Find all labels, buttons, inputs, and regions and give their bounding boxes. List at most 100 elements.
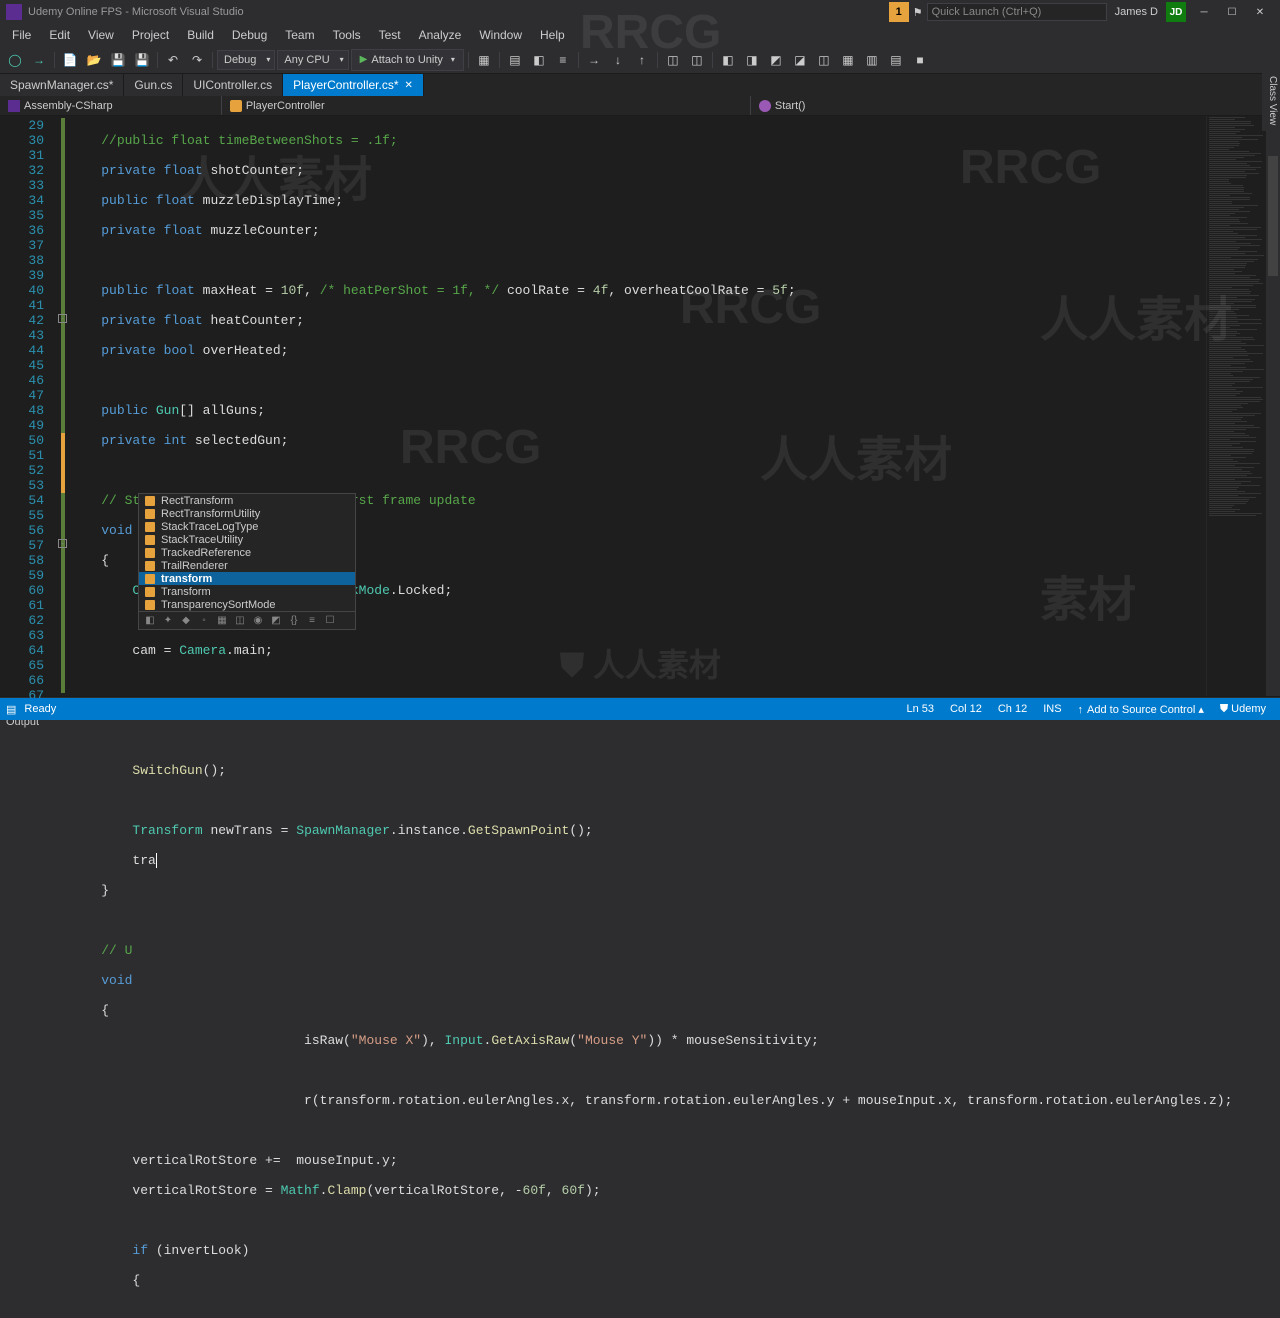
intellisense-label: RectTransformUtility [161, 508, 260, 520]
nav-class-dropdown[interactable]: PlayerController [222, 96, 751, 115]
close-button[interactable]: ✕ [1246, 2, 1274, 22]
intel-filter-6[interactable]: ◫ [233, 614, 247, 628]
tb-icon-14[interactable]: ▤ [885, 49, 907, 71]
vertical-scrollbar[interactable] [1266, 116, 1280, 696]
notification-badge[interactable]: 1 [889, 2, 909, 22]
line-number: 45 [0, 358, 56, 373]
tb-icon-11[interactable]: ◫ [813, 49, 835, 71]
scrollbar-thumb[interactable] [1268, 156, 1278, 276]
tb-icon-2[interactable]: ▤ [504, 49, 526, 71]
tab-uicontroller[interactable]: UIController.cs [183, 74, 283, 96]
intel-filter-7[interactable]: ◉ [251, 614, 265, 628]
intellisense-label: TrailRenderer [161, 560, 228, 572]
line-number: 38 [0, 253, 56, 268]
intellisense-item[interactable]: TrailRenderer [139, 559, 355, 572]
intellisense-item[interactable]: StackTraceUtility [139, 533, 355, 546]
menu-test[interactable]: Test [371, 26, 409, 44]
nav-back-button[interactable]: ◯ [4, 49, 26, 71]
tab-spawnmanager[interactable]: SpawnManager.cs* [0, 74, 124, 96]
tb-icon-7[interactable]: ◧ [717, 49, 739, 71]
open-file-button[interactable]: 📂 [83, 49, 105, 71]
menu-window[interactable]: Window [471, 26, 530, 44]
tb-icon-8[interactable]: ◨ [741, 49, 763, 71]
config-dropdown[interactable]: Debug [217, 50, 275, 70]
menu-file[interactable]: File [4, 26, 39, 44]
code-editor[interactable]: 2930313233343536373839404142434445464748… [0, 116, 1280, 696]
menu-view[interactable]: View [80, 26, 122, 44]
tb-icon-3[interactable]: ◧ [528, 49, 550, 71]
type-icon [145, 522, 155, 532]
line-number: 39 [0, 268, 56, 283]
step-out-button[interactable]: ↑ [631, 49, 653, 71]
quick-launch-input[interactable]: Quick Launch (Ctrl+Q) [927, 3, 1107, 21]
fold-marker[interactable]: - [58, 539, 67, 548]
intellisense-item[interactable]: TransparencySortMode [139, 598, 355, 611]
nav-bar: Assembly-CSharp PlayerController Start() [0, 96, 1280, 116]
menu-tools[interactable]: Tools [325, 26, 369, 44]
tb-icon-6[interactable]: ◫ [686, 49, 708, 71]
menu-team[interactable]: Team [277, 26, 322, 44]
step-button[interactable]: → [583, 49, 605, 71]
line-number: 66 [0, 673, 56, 688]
intel-filter-1[interactable]: ◧ [143, 614, 157, 628]
tb-icon-13[interactable]: ▥ [861, 49, 883, 71]
tb-icon-5[interactable]: ◫ [662, 49, 684, 71]
line-number: 47 [0, 388, 56, 403]
tb-icon-1[interactable]: ▦ [473, 49, 495, 71]
undo-button[interactable]: ↶ [162, 49, 184, 71]
menu-edit[interactable]: Edit [41, 26, 78, 44]
menu-debug[interactable]: Debug [224, 26, 275, 44]
maximize-button[interactable]: ☐ [1218, 2, 1246, 22]
intellisense-item[interactable]: TrackedReference [139, 546, 355, 559]
save-button[interactable]: 💾 [107, 49, 129, 71]
intellisense-item[interactable]: RectTransform [139, 494, 355, 507]
nav-fwd-button[interactable]: → [28, 49, 50, 71]
intel-filter-8[interactable]: ◩ [269, 614, 283, 628]
menu-project[interactable]: Project [124, 26, 177, 44]
intel-filter-10[interactable]: ≡ [305, 614, 319, 628]
attach-unity-button[interactable]: ▶Attach to Unity▾ [351, 49, 464, 71]
tb-icon-15[interactable]: ■ [909, 49, 931, 71]
intellisense-label: transform [161, 573, 212, 585]
platform-dropdown[interactable]: Any CPU [277, 50, 348, 70]
menu-build[interactable]: Build [179, 26, 222, 44]
intellisense-item[interactable]: RectTransformUtility [139, 507, 355, 520]
intel-filter-4[interactable]: ◦ [197, 614, 211, 628]
intellisense-item[interactable]: StackTraceLogType [139, 520, 355, 533]
tb-icon-12[interactable]: ▦ [837, 49, 859, 71]
class-view-tab[interactable]: Class View [1262, 70, 1280, 131]
menu-help[interactable]: Help [532, 26, 573, 44]
fold-marker[interactable]: - [58, 314, 67, 323]
minimap[interactable] [1206, 116, 1266, 696]
notification-flag-icon[interactable]: ⚑ [913, 6, 923, 19]
tab-gun[interactable]: Gun.cs [124, 74, 183, 96]
line-number: 31 [0, 148, 56, 163]
tab-playercontroller[interactable]: PlayerController.cs*✕ [283, 74, 424, 96]
intellisense-item[interactable]: Transform [139, 585, 355, 598]
intellisense-item[interactable]: transform [139, 572, 355, 585]
intel-filter-9[interactable]: {} [287, 614, 301, 628]
status-source-control[interactable]: ↑Add to Source Control ▴ [1070, 703, 1212, 716]
intel-filter-3[interactable]: ◆ [179, 614, 193, 628]
nav-project-dropdown[interactable]: Assembly-CSharp [0, 96, 222, 115]
nav-member-dropdown[interactable]: Start() [751, 96, 1280, 115]
tb-icon-9[interactable]: ◩ [765, 49, 787, 71]
intel-filter-11[interactable]: ☐ [323, 614, 337, 628]
intel-filter-2[interactable]: ✦ [161, 614, 175, 628]
new-file-button[interactable]: 📄 [59, 49, 81, 71]
minimize-button[interactable]: ─ [1190, 2, 1218, 22]
intellisense-popup[interactable]: RectTransformRectTransformUtilityStackTr… [138, 493, 356, 630]
main-toolbar: ◯ → 📄 📂 💾 💾 ↶ ↷ Debug Any CPU ▶Attach to… [0, 46, 1280, 74]
step-into-button[interactable]: ↓ [607, 49, 629, 71]
redo-button[interactable]: ↷ [186, 49, 208, 71]
menu-analyze[interactable]: Analyze [411, 26, 470, 44]
intel-filter-5[interactable]: ▦ [215, 614, 229, 628]
window-title: Udemy Online FPS - Microsoft Visual Stud… [28, 6, 244, 18]
status-ready: Ready [16, 703, 64, 715]
tb-icon-10[interactable]: ◪ [789, 49, 811, 71]
save-all-button[interactable]: 💾 [131, 49, 153, 71]
tb-icon-4[interactable]: ≡ [552, 49, 574, 71]
user-name[interactable]: James D [1111, 6, 1162, 18]
close-icon[interactable]: ✕ [405, 80, 413, 91]
user-avatar[interactable]: JD [1166, 2, 1186, 22]
